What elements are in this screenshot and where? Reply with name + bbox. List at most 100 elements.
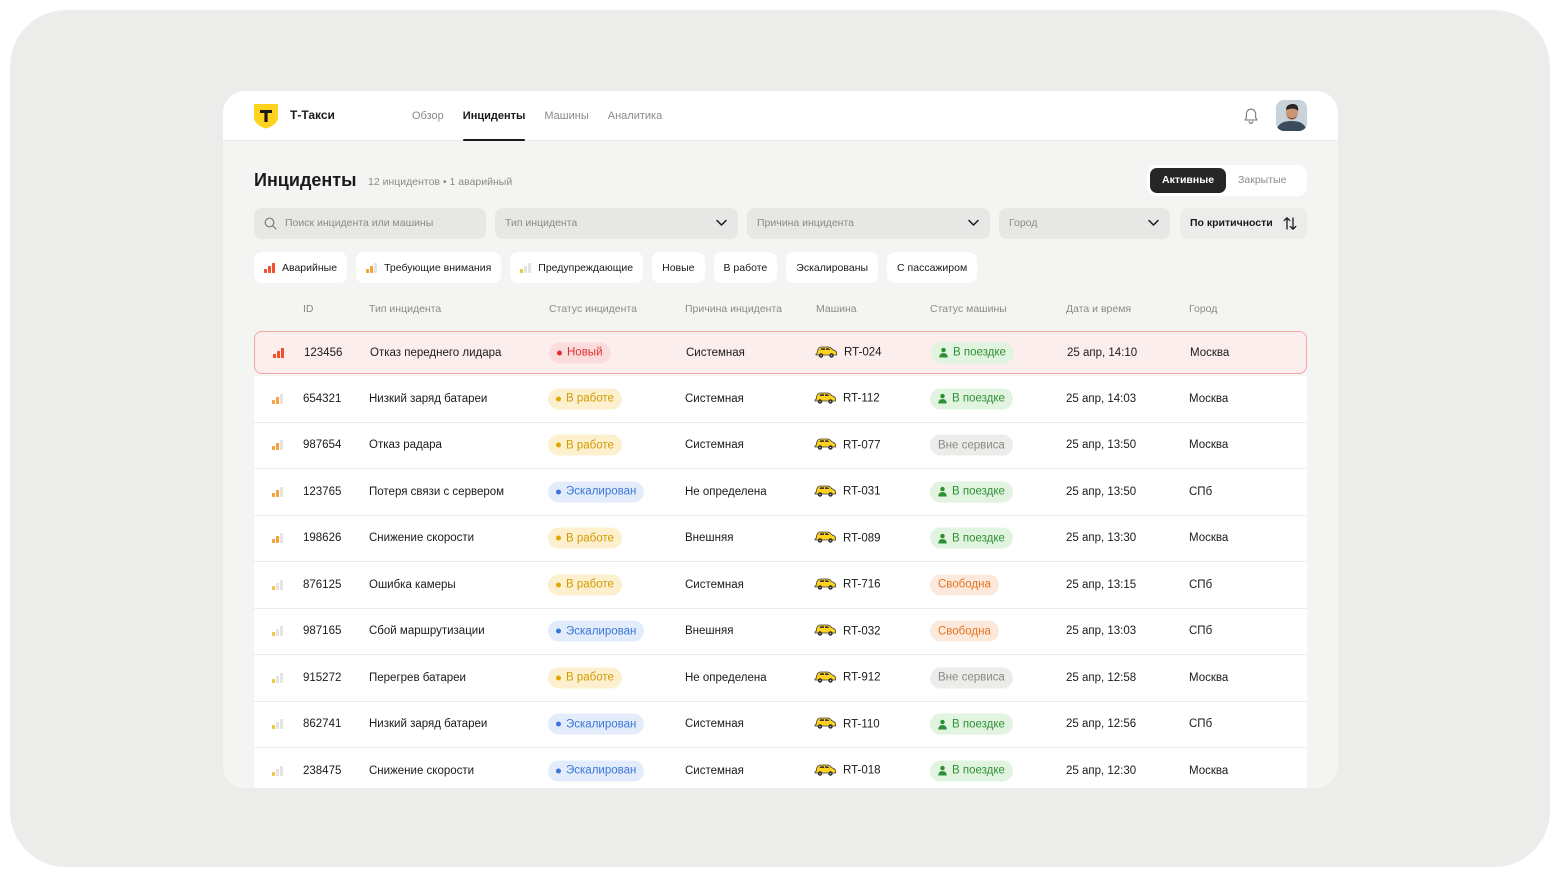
nav-item-cars[interactable]: Машины <box>544 91 588 141</box>
sort-label: По критичности <box>1190 217 1273 229</box>
taxi-car-icon <box>814 483 836 500</box>
chip-attention[interactable]: Требующие внимания <box>356 252 502 283</box>
incident-id: 198626 <box>303 532 342 545</box>
severity-cell <box>273 347 285 358</box>
search-icon <box>264 217 277 230</box>
chip-label: Предупреждающие <box>538 261 634 274</box>
incident-reason: Системная <box>685 439 744 452</box>
incident-reason-select[interactable]: Причина инцидента <box>747 208 990 239</box>
table-row[interactable]: 862741 Низкий заряд батареи Эскалирован Сис… <box>254 701 1307 748</box>
severity-cell <box>272 393 284 404</box>
app-window: Т-Такси Обзор Инциденты Машины Аналитика… <box>223 91 1338 788</box>
table-row[interactable]: 876125 Ошибка камеры В работе Системная RT-7… <box>254 562 1307 609</box>
table-header: ID Тип инцидента Статус инцидента Причин… <box>254 299 1307 321</box>
incident-status-cell: В работе <box>548 667 622 689</box>
city-placeholder: Город <box>1009 217 1038 229</box>
incident-type: Перегрев батареи <box>369 671 466 684</box>
car-cell[interactable]: RT-032 <box>814 623 881 640</box>
incident-datetime: 25 апр, 13:50 <box>1066 485 1137 498</box>
column-header-city[interactable]: Город <box>1189 303 1217 315</box>
chip-new[interactable]: Новые <box>652 252 705 283</box>
logo-shield-icon[interactable] <box>253 103 279 129</box>
severity-cell <box>272 579 284 590</box>
table-row[interactable]: 238475 Снижение скорости Эскалирован Систем… <box>254 748 1307 788</box>
nav-item-analytics[interactable]: Аналитика <box>608 91 662 141</box>
severity-cell <box>272 486 284 497</box>
car-cell[interactable]: RT-077 <box>814 437 881 454</box>
nav-item-overview[interactable]: Обзор <box>412 91 444 141</box>
status-dot-icon <box>556 628 561 634</box>
city-select[interactable]: Город <box>999 208 1170 239</box>
car-cell[interactable]: RT-089 <box>814 530 881 547</box>
chip-emergency[interactable]: Аварийные <box>254 252 348 283</box>
column-header-car-status[interactable]: Статус машины <box>930 303 1007 315</box>
table-row[interactable]: 987654 Отказ радара В работе Системная RT-07… <box>254 422 1307 469</box>
incident-reason: Системная <box>685 578 744 591</box>
search-input[interactable]: Поиск инцидента или машины <box>254 208 486 239</box>
car-status-badge: Вне сервиса <box>930 667 1013 689</box>
tab-active[interactable]: Активные <box>1150 168 1227 193</box>
incident-city: Москва <box>1189 671 1229 684</box>
incident-city: СПб <box>1189 578 1213 591</box>
incident-city: Москва <box>1189 532 1229 545</box>
chip-with-passenger[interactable]: С пассажиром <box>887 252 978 283</box>
column-header-reason[interactable]: Причина инцидента <box>685 303 782 315</box>
car-status-cell: Свободна <box>930 574 999 596</box>
column-header-id[interactable]: ID <box>303 303 314 315</box>
chip-in-progress[interactable]: В работе <box>713 252 778 283</box>
car-status-cell: В поездке <box>930 760 1013 782</box>
chip-escalated[interactable]: Эскалированы <box>786 252 879 283</box>
incident-status-cell: В работе <box>548 388 622 410</box>
car-cell[interactable]: RT-024 <box>815 344 882 361</box>
car-status-label: Вне сервиса <box>938 439 1005 452</box>
incident-type-select[interactable]: Тип инцидента <box>495 208 738 239</box>
car-cell[interactable]: RT-110 <box>814 716 880 733</box>
car-status-cell: В поездке <box>930 388 1013 410</box>
car-status-label: Свободна <box>938 625 991 638</box>
car-cell[interactable]: RT-031 <box>814 483 881 500</box>
column-header-status[interactable]: Статус инцидента <box>549 303 637 315</box>
car-status-badge: В поездке <box>930 388 1013 410</box>
severity-bars-icon <box>366 262 378 273</box>
table-row[interactable]: 123456 Отказ переднего лидара Новый Системн… <box>254 331 1307 374</box>
severity-cell <box>272 672 284 683</box>
nav-item-incidents[interactable]: Инциденты <box>462 91 525 141</box>
incidents-summary: 12 инцидентов • 1 аварийный <box>368 176 513 188</box>
car-status-cell: Вне сервиса <box>930 667 1013 689</box>
column-header-type[interactable]: Тип инцидента <box>369 303 441 315</box>
table-row[interactable]: 915272 Перегрев батареи В работе Не определ… <box>254 655 1307 702</box>
incident-datetime: 25 апр, 14:10 <box>1067 346 1138 359</box>
incident-status-cell: Эскалирован <box>548 620 645 642</box>
table-row[interactable]: 987165 Сбой маршрутизации Эскалирован Внешн… <box>254 608 1307 655</box>
tab-closed[interactable]: Закрытые <box>1226 168 1298 193</box>
notifications-bell-icon[interactable] <box>1242 107 1260 125</box>
chip-warning[interactable]: Предупреждающие <box>510 252 644 283</box>
car-cell[interactable]: RT-716 <box>814 576 881 593</box>
incident-datetime: 25 апр, 13:30 <box>1066 532 1137 545</box>
car-status-badge: В поездке <box>931 342 1014 363</box>
taxi-car-icon <box>814 762 836 779</box>
chevron-down-icon <box>716 219 727 226</box>
top-bar: Т-Такси Обзор Инциденты Машины Аналитика <box>223 91 1338 141</box>
car-cell[interactable]: RT-112 <box>814 390 880 407</box>
column-header-car[interactable]: Машина <box>816 303 857 315</box>
taxi-car-icon <box>814 576 836 593</box>
car-status-label: Свободна <box>938 578 991 591</box>
passenger-icon <box>938 533 947 544</box>
incident-status-label: Эскалирован <box>566 485 637 498</box>
sort-by-criticality-button[interactable]: По критичности <box>1180 208 1307 239</box>
incident-reason: Не определена <box>685 671 767 684</box>
user-avatar[interactable] <box>1276 100 1307 131</box>
chip-label: Эскалированы <box>796 261 869 274</box>
car-cell[interactable]: RT-912 <box>814 669 881 686</box>
taxi-car-icon <box>815 344 837 361</box>
table-row[interactable]: 198626 Снижение скорости В работе Внешняя RT… <box>254 515 1307 562</box>
incident-id: 987654 <box>303 439 342 452</box>
car-status-label: В поездке <box>952 764 1005 777</box>
incident-datetime: 25 апр, 14:03 <box>1066 392 1137 405</box>
car-cell[interactable]: RT-018 <box>814 762 881 779</box>
severity-bars-icon <box>272 672 283 683</box>
table-row[interactable]: 654321 Низкий заряд батареи В работе Систем… <box>254 376 1307 423</box>
column-header-datetime[interactable]: Дата и время <box>1066 303 1131 315</box>
table-row[interactable]: 123765 Потеря связи с сервером Эскалирован… <box>254 469 1307 516</box>
